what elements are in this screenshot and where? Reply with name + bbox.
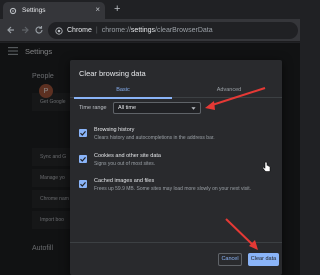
arrow-right-icon — [22, 26, 29, 34]
chevron-down-icon — [191, 106, 196, 111]
checkmark-icon — [80, 157, 86, 162]
reload-icon — [35, 26, 43, 34]
option-title: Browsing history — [94, 127, 135, 133]
new-tab-button[interactable]: + — [114, 2, 120, 16]
chrome-icon — [55, 26, 63, 35]
time-range-value: All time — [118, 105, 137, 111]
checkmark-icon — [80, 131, 86, 136]
reload-button[interactable] — [33, 24, 45, 36]
cached-images-checkbox[interactable] — [79, 180, 87, 188]
option-cached-images: Cached images and files Frees up 59.9 MB… — [79, 178, 279, 200]
clear-data-button[interactable]: Clear data — [248, 253, 279, 266]
tab-title: Settings — [22, 7, 46, 14]
toolbar: Chrome | chrome:// settings /clearBrowse… — [0, 19, 300, 42]
option-description: Signs you out of most sites. — [94, 161, 156, 167]
option-browsing-history: Browsing history Clears history and auto… — [79, 127, 279, 149]
dialog-tabs: Basic Advanced — [70, 84, 282, 99]
time-range-label: Time range — [79, 105, 107, 111]
tab-strip: Settings × + — [0, 0, 300, 19]
chrome-scheme-label: Chrome — [67, 27, 92, 34]
dialog-footer: Cancel Clear data — [70, 242, 282, 275]
url-prefix: chrome:// — [101, 27, 131, 34]
dialog-title: Clear browsing data — [79, 69, 146, 78]
back-button[interactable] — [5, 24, 17, 36]
checkmark-icon — [80, 182, 86, 187]
option-title: Cached images and files — [94, 178, 155, 184]
active-tab-indicator — [74, 97, 172, 99]
address-bar[interactable]: Chrome | chrome:// settings /clearBrowse… — [48, 22, 298, 39]
gear-icon — [9, 7, 17, 15]
option-description: Frees up 59.9 MB. Some sites may load mo… — [94, 186, 252, 192]
arrow-left-icon — [7, 26, 14, 34]
close-icon[interactable]: × — [95, 5, 100, 15]
option-description: Clears history and autocompletions in th… — [94, 135, 215, 141]
tab-basic[interactable]: Basic — [70, 87, 176, 93]
time-range-select[interactable]: All time — [113, 102, 201, 114]
option-title: Cookies and other site data — [94, 153, 161, 159]
cancel-button[interactable]: Cancel — [218, 253, 242, 266]
clear-browsing-data-dialog: Clear browsing data Basic Advanced Time … — [70, 60, 282, 275]
forward-button[interactable] — [19, 24, 31, 36]
omnibox-separator: | — [95, 27, 98, 34]
url-host: settings — [130, 27, 156, 34]
option-cookies: Cookies and other site data Signs you ou… — [79, 153, 279, 175]
tab-settings[interactable]: Settings × — [3, 2, 105, 19]
cookies-checkbox[interactable] — [79, 155, 87, 163]
browsing-history-checkbox[interactable] — [79, 129, 87, 137]
tab-advanced[interactable]: Advanced — [176, 87, 282, 93]
url-path: /clearBrowserData — [155, 27, 213, 34]
mouse-pointer-icon — [262, 161, 272, 173]
